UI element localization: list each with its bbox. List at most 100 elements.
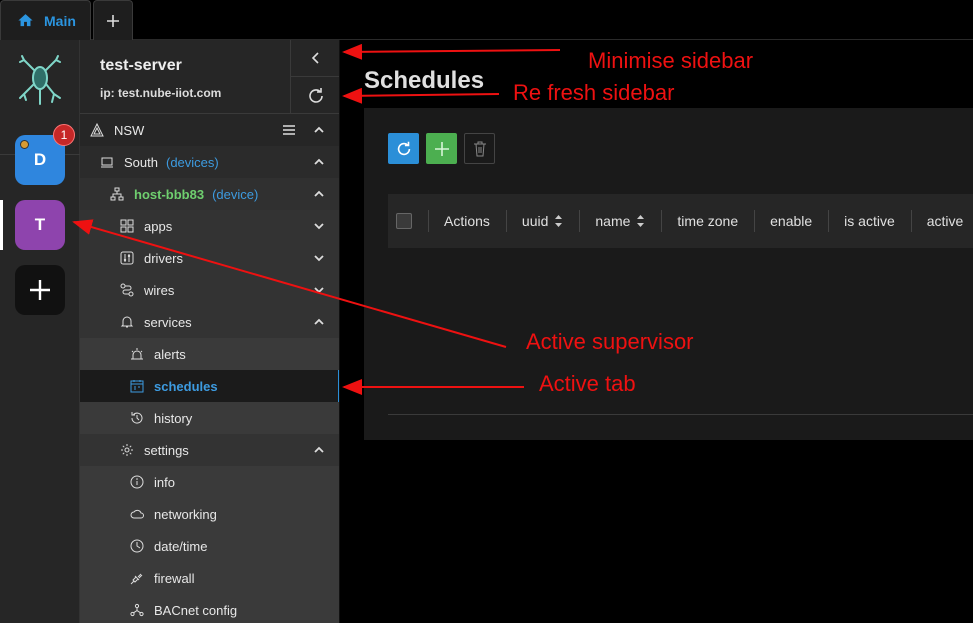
plus-icon — [107, 14, 119, 27]
device-name: host-bbb83 — [134, 186, 205, 202]
column-is-active: is active — [828, 194, 911, 248]
tree-item-label: services — [144, 314, 192, 330]
supervisor-t-initial: T — [34, 215, 46, 234]
annotation-minimise: Minimise sidebar — [588, 48, 754, 73]
menu-icon[interactable] — [282, 123, 296, 137]
tree-item-firewall[interactable]: firewall — [80, 562, 339, 594]
tree-item-drivers[interactable]: drivers — [80, 242, 339, 274]
table-header: Actions uuid name time zone enable is ac… — [388, 194, 973, 248]
tree-item-label: date/time — [154, 538, 208, 554]
network-label: NSW — [114, 122, 145, 138]
tree-item-label: history — [154, 410, 193, 426]
cloud-icon — [130, 507, 144, 521]
status-dot — [20, 140, 29, 149]
tree-item-label: wires — [144, 282, 175, 298]
add-schedule-button[interactable] — [426, 133, 457, 164]
refresh-button[interactable] — [388, 133, 419, 164]
tree-item-services[interactable]: services — [80, 306, 339, 338]
gear-icon — [120, 443, 134, 457]
notification-badge: 1 — [53, 124, 75, 146]
network-triangle-icon — [90, 123, 104, 137]
top-tab-bar: Main — [0, 0, 973, 40]
tree-network-nsw[interactable]: NSW — [80, 114, 339, 146]
frog-logo-icon — [19, 55, 61, 105]
sliders-icon — [120, 251, 134, 265]
sidebar-header: test-server ip: test.nube-iiot.com — [80, 40, 339, 114]
laptop-icon — [100, 155, 114, 169]
plus-icon — [30, 280, 50, 300]
active-supervisor-indicator — [0, 200, 3, 250]
column-label: uuid — [521, 213, 549, 229]
tree-item-networking[interactable]: networking — [80, 498, 339, 530]
schedules-card: Actions uuid name time zone enable is ac… — [364, 108, 973, 440]
tree-item-wires[interactable]: wires — [80, 274, 339, 306]
info-icon — [130, 475, 144, 489]
tree-item-label: BACnet config — [154, 602, 238, 618]
tree-item-label: alerts — [154, 346, 186, 362]
server-name: test-server — [100, 57, 182, 74]
tree-item-info[interactable]: info — [80, 466, 339, 498]
annotation-refresh: Re fresh sidebar — [513, 80, 675, 105]
supervisor-rail: D 1 T — [0, 40, 80, 623]
chevron-up-icon[interactable] — [312, 187, 326, 201]
plus-icon — [434, 141, 449, 156]
column-time-zone: time zone — [661, 194, 754, 248]
apps-icon — [120, 219, 134, 233]
sort-icon[interactable] — [636, 214, 645, 228]
device-type: (device) — [212, 186, 259, 202]
column-label: is active — [844, 213, 895, 229]
tree-device-host[interactable]: host-bbb83 (device) — [80, 178, 339, 210]
column-label: active — [926, 213, 964, 229]
chevron-up-icon[interactable] — [312, 315, 326, 329]
tree-item-datetime[interactable]: date/time — [80, 530, 339, 562]
chevron-down-icon[interactable] — [312, 283, 326, 297]
minimise-sidebar-button[interactable] — [291, 40, 339, 77]
select-all-checkbox[interactable] — [396, 213, 412, 229]
tree-item-settings[interactable]: settings — [80, 434, 339, 466]
supervisor-d-initial: D — [33, 150, 47, 169]
tree-item-label: settings — [144, 442, 189, 458]
tree-item-label: drivers — [144, 250, 184, 266]
column-label: time zone — [677, 213, 739, 229]
add-supervisor-button[interactable] — [15, 265, 65, 315]
chevron-left-icon — [311, 52, 319, 64]
chevron-up-icon[interactable] — [312, 123, 326, 137]
tree-group-south[interactable]: South (devices) — [80, 146, 339, 178]
trash-icon — [473, 141, 486, 156]
tree-item-history[interactable]: history — [80, 402, 339, 434]
annotation-supervisor: Active supervisor — [526, 329, 694, 354]
add-tab-button[interactable] — [93, 0, 133, 40]
tab-main-label: Main — [44, 12, 76, 29]
delete-button[interactable] — [464, 133, 495, 164]
chevron-up-icon[interactable] — [312, 155, 326, 169]
column-name[interactable]: name — [579, 194, 661, 248]
refresh-sidebar-button[interactable] — [291, 77, 339, 114]
group-name: South — [124, 154, 158, 170]
sidebar-header-buttons — [290, 40, 339, 114]
history-icon — [130, 411, 144, 425]
sort-icon[interactable] — [554, 214, 563, 228]
column-uuid[interactable]: uuid — [505, 194, 579, 248]
supervisor-t-button[interactable]: T — [15, 200, 65, 250]
column-enable: enable — [754, 194, 828, 248]
tree-item-label: firewall — [154, 570, 195, 586]
chevron-down-icon[interactable] — [312, 219, 326, 233]
tree-item-alerts[interactable]: alerts — [80, 338, 339, 370]
tree-item-schedules[interactable]: schedules — [80, 370, 339, 402]
refresh-icon — [309, 87, 323, 103]
tree-item-apps[interactable]: apps — [80, 210, 339, 242]
chevron-down-icon[interactable] — [312, 251, 326, 265]
tree-item-bacnet[interactable]: BACnet config — [80, 594, 339, 623]
network-icon — [130, 603, 144, 617]
select-all-cell — [388, 194, 428, 248]
tree-item-label: schedules — [154, 378, 218, 394]
table-bottom-border — [388, 414, 973, 415]
sidebar: test-server ip: test.nube-iiot.com NSW S… — [80, 40, 340, 623]
calendar-icon — [130, 379, 144, 393]
page-title: Schedules — [364, 67, 485, 94]
chevron-up-icon[interactable] — [312, 443, 326, 457]
tree-item-label: info — [154, 474, 175, 490]
tab-main[interactable]: Main — [0, 0, 91, 40]
device-tree-icon — [110, 187, 124, 201]
tree-item-label: networking — [154, 506, 217, 522]
